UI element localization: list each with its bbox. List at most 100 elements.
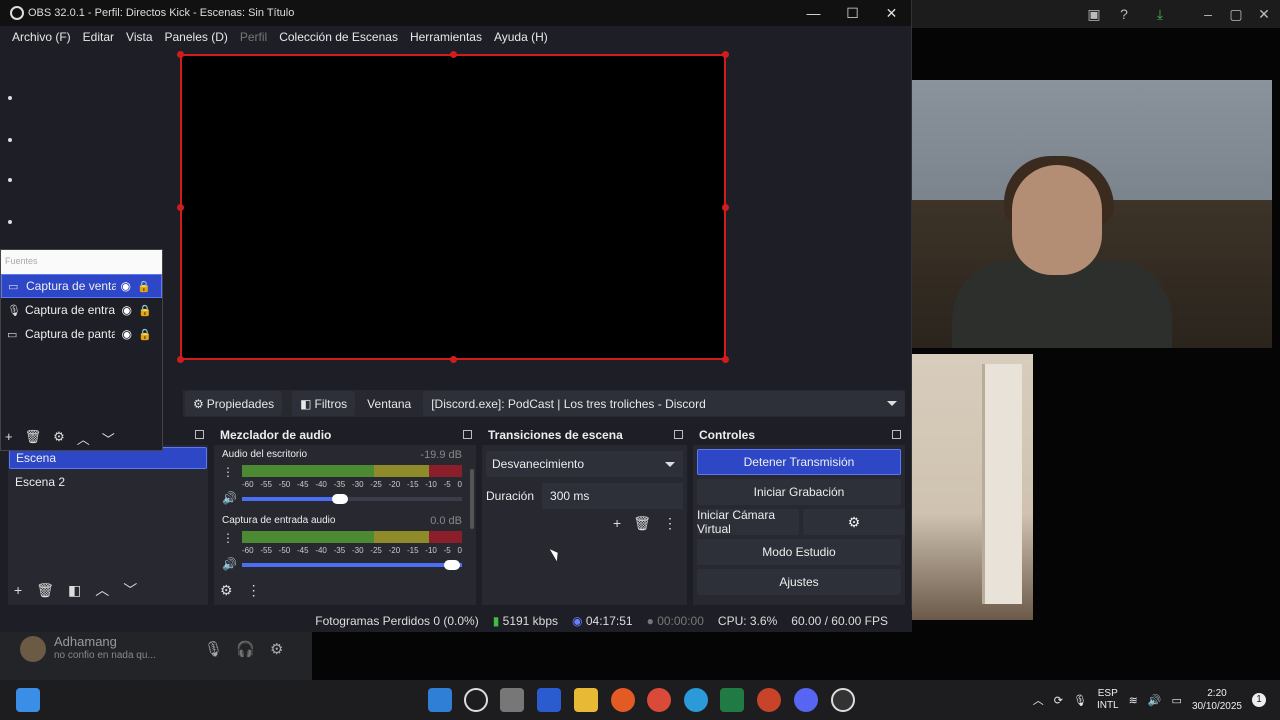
add-icon[interactable]: + — [613, 515, 621, 532]
channel-menu-icon[interactable]: ⋮ — [222, 531, 234, 545]
source-item[interactable]: ▭ Captura de ventana ◉ 🔒 — [1, 274, 162, 298]
clock[interactable]: 2:20 30/10/2025 — [1192, 687, 1242, 713]
undock-icon[interactable] — [892, 430, 901, 439]
lock-icon[interactable]: 🔒 — [138, 304, 152, 317]
trash-icon[interactable]: 🗑 — [633, 515, 651, 532]
undock-icon[interactable] — [674, 430, 683, 439]
source-item[interactable]: 🎙 Captura de entrada ◉ 🔒 — [1, 298, 162, 322]
menu-coleccion[interactable]: Colección de Escenas — [273, 30, 404, 44]
stop-stream-button[interactable]: Detener Transmisión — [697, 449, 901, 475]
volume-icon[interactable]: 🔊 — [1148, 694, 1162, 707]
properties-button[interactable]: ⚙ Propiedades — [185, 391, 283, 416]
microphone-icon[interactable]: 🎙 — [1073, 694, 1087, 707]
inbox-icon[interactable]: ▣ — [1084, 4, 1104, 24]
more-icon[interactable]: ⋮ — [247, 582, 261, 599]
close-icon[interactable]: ✕ — [1254, 4, 1274, 24]
speaker-icon[interactable]: 🔊 — [222, 557, 237, 571]
gear-icon[interactable]: ⚙ — [803, 509, 905, 535]
speaker-icon[interactable]: 🔊 — [222, 491, 237, 505]
settings-icon[interactable]: ⚙ — [220, 582, 233, 599]
download-icon[interactable]: ⤓ — [1150, 4, 1170, 24]
wifi-icon[interactable]: ≋ — [1129, 694, 1138, 707]
menu-paneles[interactable]: Paneles (D) — [159, 30, 234, 44]
chevron-down-icon[interactable]: ﹀ — [102, 429, 115, 448]
add-icon[interactable]: + — [14, 582, 22, 598]
maximize-icon[interactable]: ▢ — [1226, 4, 1246, 24]
headphones-icon[interactable]: 🎧 — [236, 640, 255, 658]
source-item[interactable]: ▭ Captura de pantalla ◉ 🔒 — [1, 322, 162, 346]
chrome-icon[interactable] — [647, 688, 671, 712]
resize-handle[interactable] — [722, 51, 729, 58]
add-icon[interactable]: + — [5, 429, 13, 448]
menu-ayuda[interactable]: Ayuda (H) — [488, 30, 554, 44]
sync-icon[interactable]: ⟳ — [1054, 694, 1063, 707]
chevron-up-icon[interactable]: ︿ — [95, 580, 109, 600]
window-select[interactable]: [Discord.exe]: PodCast | Los tres trolic… — [423, 391, 905, 416]
menu-perfil[interactable]: Perfil — [234, 30, 273, 44]
duration-input[interactable]: 300 ms — [542, 483, 683, 509]
chevron-up-icon[interactable]: ︿ — [77, 429, 90, 448]
visibility-icon[interactable]: ◉ — [122, 303, 132, 317]
scrollbar[interactable] — [470, 469, 474, 529]
file-explorer-icon[interactable] — [574, 688, 598, 712]
firefox-icon[interactable] — [611, 688, 635, 712]
microphone-icon[interactable]: 🎙 — [204, 640, 223, 658]
filters-button[interactable]: ◧ Filtros — [292, 391, 356, 416]
undock-icon[interactable] — [195, 430, 204, 439]
virtual-cam-button[interactable]: Iniciar Cámara Virtual — [697, 508, 799, 536]
chevron-down-icon[interactable]: ﹀ — [123, 580, 137, 600]
edge-icon[interactable] — [684, 688, 708, 712]
menu-vista[interactable]: Vista — [120, 30, 158, 44]
volume-slider[interactable] — [242, 560, 462, 570]
start-icon[interactable] — [428, 688, 452, 712]
notification-badge[interactable]: 1 — [1252, 693, 1266, 707]
visibility-icon[interactable]: ◉ — [121, 279, 131, 293]
obs-icon[interactable] — [831, 688, 855, 712]
minimize-button[interactable]: — — [794, 5, 833, 22]
gear-icon[interactable]: ⚙ — [53, 429, 65, 448]
menu-bar: Archivo (F) Editar Vista Paneles (D) Per… — [0, 26, 911, 48]
resize-handle[interactable] — [450, 51, 457, 58]
transition-select[interactable]: Desvanecimiento — [486, 451, 683, 477]
resize-handle[interactable] — [450, 356, 457, 363]
volume-slider[interactable] — [242, 494, 462, 504]
gear-icon[interactable]: ⚙ — [270, 640, 283, 658]
studio-mode-button[interactable]: Modo Estudio — [697, 539, 901, 565]
resize-handle[interactable] — [177, 51, 184, 58]
more-icon[interactable]: ⋮ — [663, 515, 677, 532]
task-view-icon[interactable] — [16, 688, 40, 712]
scene-item[interactable]: Escena 2 — [9, 471, 207, 493]
excel-icon[interactable] — [720, 688, 744, 712]
menu-herramientas[interactable]: Herramientas — [404, 30, 488, 44]
close-button[interactable]: ✕ — [872, 5, 911, 22]
resize-handle[interactable] — [177, 204, 184, 211]
avatar[interactable] — [20, 636, 46, 662]
trash-icon[interactable]: 🗑 — [25, 429, 42, 448]
menu-archivo[interactable]: Archivo (F) — [6, 30, 77, 44]
battery-icon[interactable]: ▭ — [1172, 694, 1182, 707]
task-view-app-icon[interactable] — [500, 688, 524, 712]
search-icon[interactable] — [464, 688, 488, 712]
resize-handle[interactable] — [722, 204, 729, 211]
maximize-button[interactable]: ☐ — [833, 5, 872, 22]
minimize-icon[interactable]: – — [1198, 4, 1218, 24]
trash-icon[interactable]: 🗑 — [36, 582, 54, 599]
lock-icon[interactable]: 🔒 — [137, 280, 151, 293]
filter-icon[interactable]: ◧ — [68, 582, 81, 599]
undock-icon[interactable] — [463, 430, 472, 439]
discord-icon[interactable] — [794, 688, 818, 712]
word-icon[interactable] — [537, 688, 561, 712]
channel-menu-icon[interactable]: ⋮ — [222, 465, 234, 479]
powerpoint-icon[interactable] — [757, 688, 781, 712]
start-recording-button[interactable]: Iniciar Grabación — [697, 479, 901, 505]
language-indicator[interactable]: ESP INTL — [1097, 688, 1119, 712]
preview-canvas[interactable] — [177, 51, 729, 363]
lock-icon[interactable]: 🔒 — [138, 328, 152, 341]
help-icon[interactable]: ? — [1114, 4, 1134, 24]
visibility-icon[interactable]: ◉ — [122, 327, 132, 341]
resize-handle[interactable] — [177, 356, 184, 363]
menu-editar[interactable]: Editar — [77, 30, 120, 44]
settings-button[interactable]: Ajustes — [697, 569, 901, 595]
resize-handle[interactable] — [722, 356, 729, 363]
chevron-up-icon[interactable]: ︿ — [1033, 692, 1044, 708]
